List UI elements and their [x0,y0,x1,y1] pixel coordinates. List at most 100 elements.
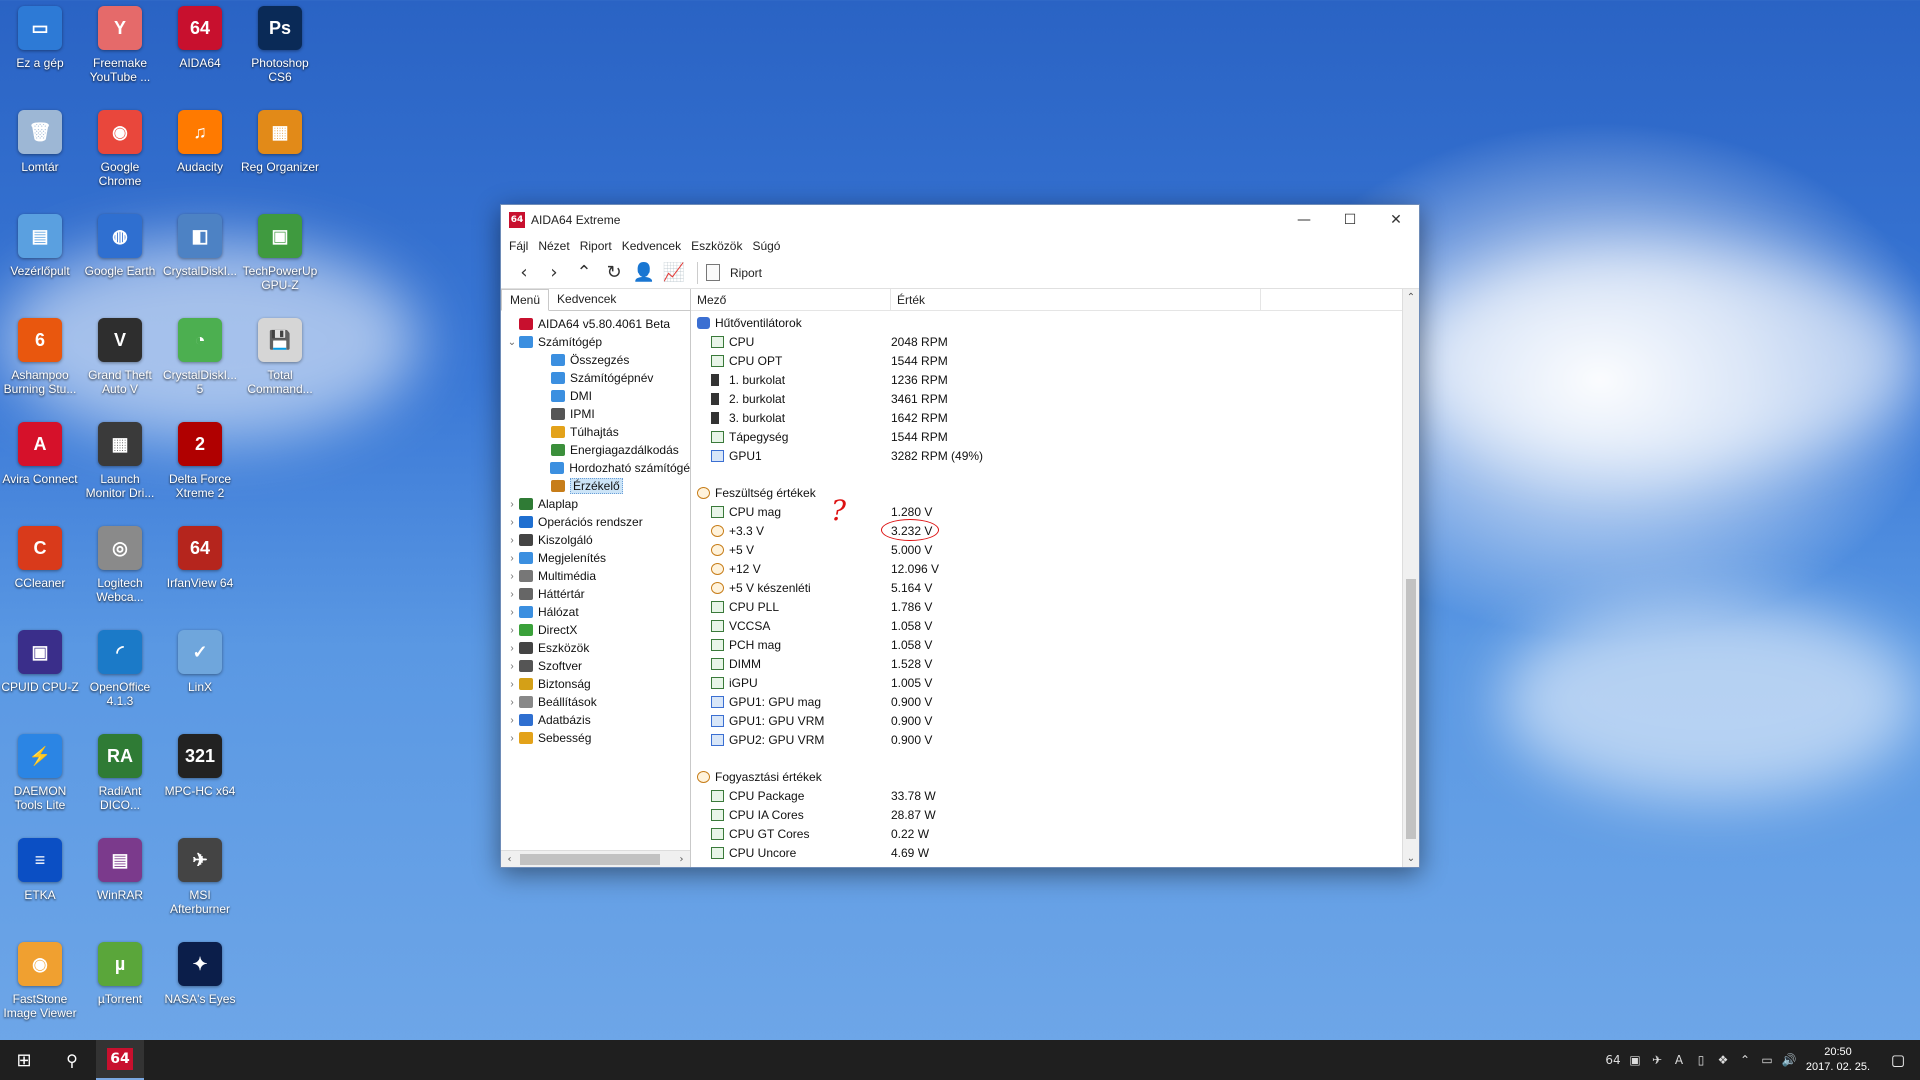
tree-item[interactable]: Számítógépnév [501,369,690,387]
desktop-icon[interactable]: 321 MPC-HC x64 [160,734,240,798]
desktop-icon[interactable]: V Grand Theft Auto V [80,318,160,396]
tray-icon[interactable]: ▣ [1624,1040,1646,1080]
desktop-icon[interactable]: ◉ Google Chrome [80,110,160,188]
sensor-row[interactable]: DIMM 1.528 V [691,654,1419,673]
close-button[interactable]: ✕ [1373,205,1419,235]
tree-item[interactable]: › Beállítások [501,693,690,711]
desktop-icon[interactable]: 2 Delta Force Xtreme 2 [160,422,240,500]
scroll-right-icon[interactable]: › [673,854,690,865]
desktop-icon[interactable]: ♫ Audacity [160,110,240,174]
sensor-row[interactable]: GPU2: GPU VRM 0.900 V [691,730,1419,749]
tray-icon[interactable]: ❖ [1712,1040,1734,1080]
tree-item[interactable]: › DirectX [501,621,690,639]
sensor-row[interactable]: 3. burkolat 1642 RPM [691,408,1419,427]
desktop-icon[interactable]: Y Freemake YouTube ... [80,6,160,84]
sensor-row[interactable]: CPU GT Cores 0.22 W [691,824,1419,843]
sensor-row[interactable]: CPU PLL 1.786 V [691,597,1419,616]
tree-item[interactable]: › Biztonság [501,675,690,693]
tree-item[interactable]: › Háttértár [501,585,690,603]
up-icon[interactable]: ⌃ [569,259,599,287]
desktop-icon[interactable]: 6 Ashampoo Burning Stu... [0,318,80,396]
desktop-icon[interactable]: ✓ LinX [160,630,240,694]
scroll-down-icon[interactable]: ⌄ [1403,850,1419,867]
scroll-left-icon[interactable]: ‹ [501,854,518,865]
sensor-row[interactable]: CPU mag 1.280 V [691,502,1419,521]
desktop-icon[interactable]: C CCleaner [0,526,80,590]
forward-icon[interactable]: › [539,259,569,287]
tray-icon[interactable]: 🔊 [1778,1040,1800,1080]
vertical-scrollbar[interactable]: ⌃ ⌄ [1402,289,1419,867]
desktop-icon[interactable]: ▣ CPUID CPU-Z [0,630,80,694]
expand-arrow-icon[interactable]: › [505,643,519,654]
desktop-icon[interactable]: ▦ Reg Organizer [240,110,320,174]
tray-icon[interactable]: ▭ [1756,1040,1778,1080]
tree-item[interactable]: › Alaplap [501,495,690,513]
desktop-icon[interactable]: ✦ NASA's Eyes [160,942,240,1006]
tree-item[interactable]: Érzékelő [501,477,690,495]
column-value[interactable]: Érték [891,289,1261,310]
tray-icon[interactable]: ✈ [1646,1040,1668,1080]
sensor-row[interactable]: +12 V 12.096 V [691,559,1419,578]
horizontal-scrollbar[interactable]: ‹ › [501,850,690,867]
menu-file[interactable]: Fájl [507,239,536,253]
desktop-icon[interactable]: µ µTorrent [80,942,160,1006]
desktop-icon[interactable]: ◍ Google Earth [80,214,160,278]
expand-arrow-icon[interactable]: › [505,499,519,510]
desktop-icon[interactable]: ◔ CrystalDiskI... 5 [160,318,240,396]
user-icon[interactable]: 👤 [629,259,659,287]
desktop-icon[interactable]: ≡ ETKA [0,838,80,902]
expand-arrow-icon[interactable]: › [505,535,519,546]
expand-arrow-icon[interactable]: › [505,661,519,672]
sensor-row[interactable]: +5 V készenléti 5.164 V [691,578,1419,597]
tree-item[interactable]: › Multimédia [501,567,690,585]
desktop-icon[interactable]: 🗑 Lomtár [0,110,80,174]
scroll-up-icon[interactable]: ⌃ [1403,289,1419,306]
sensor-row[interactable]: GPU1: GPU VRM 0.900 V [691,711,1419,730]
tree-item[interactable]: Hordozható számítógé [501,459,690,477]
tree-item[interactable]: › Kiszolgáló [501,531,690,549]
tray-icon[interactable]: ▯ [1690,1040,1712,1080]
back-icon[interactable]: ‹ [509,259,539,287]
expand-arrow-icon[interactable]: › [505,589,519,600]
tree-item[interactable]: Túlhajtás [501,423,690,441]
tree-item[interactable]: DMI [501,387,690,405]
expand-arrow-icon[interactable]: › [505,679,519,690]
refresh-icon[interactable]: ↻ [599,259,629,287]
expand-arrow-icon[interactable]: › [505,697,519,708]
sensor-row[interactable]: CPU Package 33.78 W [691,786,1419,805]
expand-arrow-icon[interactable]: › [505,571,519,582]
sensor-row[interactable]: CPU 2048 RPM [691,332,1419,351]
sensor-row[interactable]: iGPU 1.005 V [691,673,1419,692]
expand-arrow-icon[interactable]: ⌄ [505,337,519,348]
start-button[interactable]: ⊞ [0,1040,48,1080]
sensor-row[interactable]: 2. burkolat 3461 RPM [691,389,1419,408]
sensor-group[interactable]: Hűtőventilátorok [691,313,1419,332]
chart-icon[interactable]: 📈 [659,259,689,287]
title-bar[interactable]: 64 AIDA64 Extreme — ☐ ✕ [501,205,1419,235]
desktop-icon[interactable]: Ps Photoshop CS6 [240,6,320,84]
tree-item[interactable]: › Operációs rendszer [501,513,690,531]
maximize-button[interactable]: ☐ [1327,205,1373,235]
report-button[interactable]: Riport [706,264,762,281]
desktop-icon[interactable]: ▤ Vezérlőpult [0,214,80,278]
desktop-icon[interactable]: ◎ Logitech Webca... [80,526,160,604]
tab-favorites[interactable]: Kedvencek [549,289,624,310]
menu-tools[interactable]: Eszközök [689,239,750,253]
tree-item[interactable]: › Megjelenítés [501,549,690,567]
desktop-icon[interactable]: ⚡ DAEMON Tools Lite [0,734,80,812]
taskbar-aida64[interactable]: 64 [96,1040,144,1080]
desktop-icon[interactable]: 64 AIDA64 [160,6,240,70]
tree-item[interactable]: › Adatbázis [501,711,690,729]
tray-icon[interactable]: A [1668,1040,1690,1080]
sensor-row[interactable]: +5 V 5.000 V [691,540,1419,559]
tree-item[interactable]: Energiagazdálkodás [501,441,690,459]
desktop-icon[interactable]: ▣ TechPowerUp GPU-Z [240,214,320,292]
desktop-icon[interactable]: ✈ MSI Afterburner [160,838,240,916]
sensor-row[interactable]: 1. burkolat 1236 RPM [691,370,1419,389]
tree-item[interactable]: › Szoftver [501,657,690,675]
tray-icon[interactable]: ⌃ [1734,1040,1756,1080]
clock[interactable]: 20:50 2017. 02. 25. [1800,1045,1876,1075]
sensor-row[interactable]: PCH mag 1.058 V [691,635,1419,654]
column-field[interactable]: Mező [691,289,891,310]
desktop-icon[interactable]: ◧ CrystalDiskI... [160,214,240,278]
